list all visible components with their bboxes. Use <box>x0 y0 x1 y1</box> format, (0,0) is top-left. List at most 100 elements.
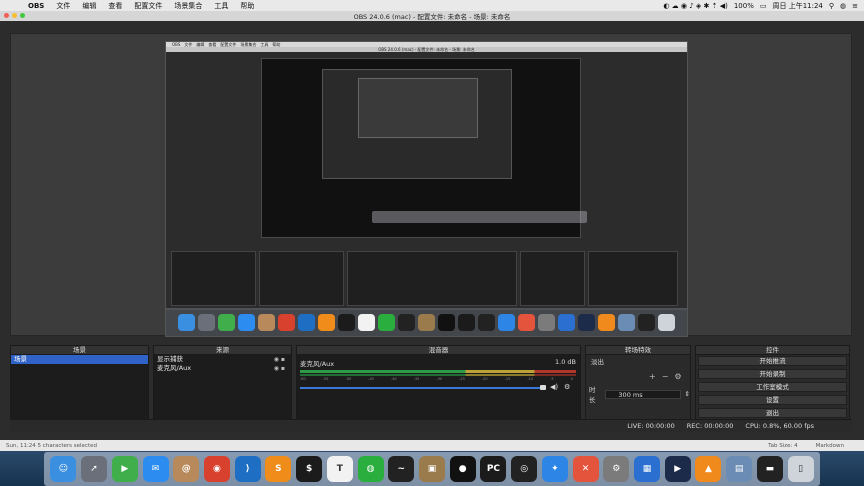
pycharm-icon[interactable]: PC <box>480 456 507 482</box>
volume-track[interactable] <box>300 387 540 389</box>
nested-messages-icon <box>238 313 255 331</box>
prefs-icon[interactable]: ⚙ <box>603 456 630 482</box>
nested-prefs-icon <box>538 313 555 331</box>
syntax-mode[interactable]: Markdown <box>816 443 844 449</box>
typora-icon[interactable]: T <box>326 456 353 482</box>
facetime-icon[interactable]: ▶ <box>111 456 138 482</box>
safari-icon[interactable]: ✦ <box>541 456 568 482</box>
menu-profile[interactable]: 配置文件 <box>128 1 168 11</box>
clock[interactable]: 周日 上午11:24 <box>772 1 822 11</box>
settings-button[interactable]: 设置 <box>698 395 847 405</box>
nested-preview-level2 <box>322 69 512 179</box>
tab-size[interactable]: Tab Size: 4 <box>768 443 797 449</box>
menu-edit[interactable]: 编辑 <box>76 1 102 11</box>
editor-status-text: Sun, 11:24 5 characters selected <box>6 442 97 449</box>
finder-icon[interactable]: ☺ <box>50 456 77 482</box>
nested-qq-icon <box>438 313 455 331</box>
tick-label: -15 <box>504 377 511 381</box>
start-recording-button[interactable]: 开始录制 <box>698 369 847 379</box>
nested-finder-icon <box>178 313 195 331</box>
minimize-window-icon[interactable] <box>12 13 17 18</box>
remove-transition-icon[interactable]: − <box>662 372 669 381</box>
tick-label: -5 <box>550 377 554 381</box>
nested-preview-icon <box>618 313 635 331</box>
preview-canvas[interactable]: OBS 文件 编辑 查看 配置文件 场景集合 工具 帮助 OBS 24.0.6 … <box>165 41 688 337</box>
qq-icon[interactable]: ● <box>449 456 476 482</box>
status-bar: LIVE: 00:00:00 REC: 00:00:00 CPU: 0.8%, … <box>10 419 852 432</box>
nested-sources-panel <box>259 251 344 306</box>
volume-slider[interactable]: ◀) ⚙ <box>300 383 576 391</box>
notification-center-icon[interactable]: ≡ <box>852 2 858 10</box>
nested-archiver-icon <box>418 313 435 331</box>
vscode-icon[interactable]: ⟩ <box>234 456 261 482</box>
menu-file[interactable]: 文件 <box>50 1 76 11</box>
quicktime-icon[interactable]: ▶ <box>664 456 691 482</box>
terminal-icon[interactable]: $ <box>296 456 323 482</box>
vmware-icon[interactable]: ▦ <box>634 456 661 482</box>
scene-item[interactable]: 场景 <box>11 355 148 364</box>
nested-controls-panel <box>588 251 678 306</box>
source-item[interactable]: 显示捕获 ◉▪ <box>154 355 291 364</box>
sources-list[interactable]: 显示捕获 ◉▪ 麦克风/Aux ◉▪ <box>154 355 291 419</box>
vlc-icon[interactable]: ▲ <box>695 456 722 482</box>
menu-app-obs[interactable]: OBS <box>22 2 50 10</box>
nested-scenes-panel <box>171 251 256 306</box>
nested-transitions-panel <box>520 251 585 306</box>
gear-icon[interactable]: ⚙ <box>564 383 570 391</box>
zoom-window-icon[interactable] <box>20 13 25 18</box>
activity-icon[interactable]: ~ <box>388 456 415 482</box>
start-streaming-button[interactable]: 开始推流 <box>698 356 847 366</box>
source-label: 显示捕获 <box>157 355 183 363</box>
window-titlebar: OBS 24.0.6 (mac) - 配置文件: 未命名 - 场景: 未命名 <box>0 11 864 21</box>
trash-icon[interactable]: ▯ <box>787 456 814 482</box>
duration-input[interactable]: 300 ms <box>605 389 681 399</box>
rec-timer: REC: 00:00:00 <box>686 422 734 430</box>
menu-tools[interactable]: 工具 <box>208 1 234 11</box>
wechat-icon[interactable]: ◍ <box>357 456 384 482</box>
transition-settings-gear-icon[interactable]: ⚙ <box>674 372 681 381</box>
screen-icon[interactable]: ▬ <box>756 456 783 482</box>
menu-view[interactable]: 查看 <box>102 1 128 11</box>
menu-help[interactable]: 帮助 <box>234 1 260 11</box>
scenes-list[interactable]: 场景 <box>11 355 148 419</box>
duration-stepper-icon[interactable]: ⇕ <box>685 390 690 398</box>
sublime-icon[interactable]: S <box>265 456 292 482</box>
nested-activity-icon <box>398 313 415 331</box>
launchpad-icon[interactable]: ➚ <box>81 456 108 482</box>
add-transition-icon[interactable]: + <box>649 372 656 381</box>
studio-mode-button[interactable]: 工作室模式 <box>698 382 847 392</box>
scenes-header: 场景 <box>11 346 148 355</box>
nested-obs-body <box>166 52 687 310</box>
nested-trash-icon <box>658 313 675 331</box>
obs-icon[interactable]: ◎ <box>511 456 538 482</box>
controls-header: 控件 <box>696 346 849 355</box>
chrome-icon[interactable]: ◉ <box>203 456 230 482</box>
nested-terminal-icon <box>338 313 355 331</box>
mixer-header: 混音器 <box>297 346 580 355</box>
archiver-icon[interactable]: ▣ <box>418 456 445 482</box>
status-icons[interactable]: ◐ ☁ ◉ ♪ ◈ ✱ ⇡ ◀) <box>663 2 728 10</box>
messages-icon[interactable]: ✉ <box>142 456 169 482</box>
visibility-lock-icon[interactable]: ◉▪ <box>274 355 287 364</box>
close-window-icon[interactable] <box>4 13 9 18</box>
macos-dock: ☺ ➚ ▶ ✉ @ ◉ ⟩ S $ T ◍ ~ ▣ ● PC ◎ ✦ ✕ ⚙ ▦ ▶ ▲ ▤ ▬ ▯ <box>0 451 864 486</box>
visibility-lock-icon[interactable]: ◉▪ <box>274 364 287 373</box>
nested-pycharm-icon <box>458 313 475 331</box>
duration-row: 时长 300 ms ⇕ <box>589 384 690 404</box>
menu-scene-collection[interactable]: 场景集合 <box>168 1 208 11</box>
nested-sublime-icon <box>318 313 335 331</box>
volume-handle[interactable] <box>540 385 546 390</box>
siri-icon[interactable]: ◍ <box>840 2 846 10</box>
speaker-icon[interactable]: ◀) <box>550 383 558 391</box>
nested-screen-icon <box>638 313 655 331</box>
source-item[interactable]: 麦克风/Aux ◉▪ <box>154 364 291 373</box>
channel-name: 麦克风/Aux <box>300 360 335 368</box>
transition-select[interactable]: 淡出 <box>589 358 687 367</box>
xmind-icon[interactable]: ✕ <box>572 456 599 482</box>
contacts-icon[interactable]: @ <box>173 456 200 482</box>
battery-icon[interactable]: ▭ <box>760 2 767 10</box>
exit-button[interactable]: 退出 <box>698 408 847 418</box>
search-icon[interactable]: ⚲ <box>829 2 834 10</box>
tick-label: -35 <box>413 377 420 381</box>
preview-icon[interactable]: ▤ <box>726 456 753 482</box>
